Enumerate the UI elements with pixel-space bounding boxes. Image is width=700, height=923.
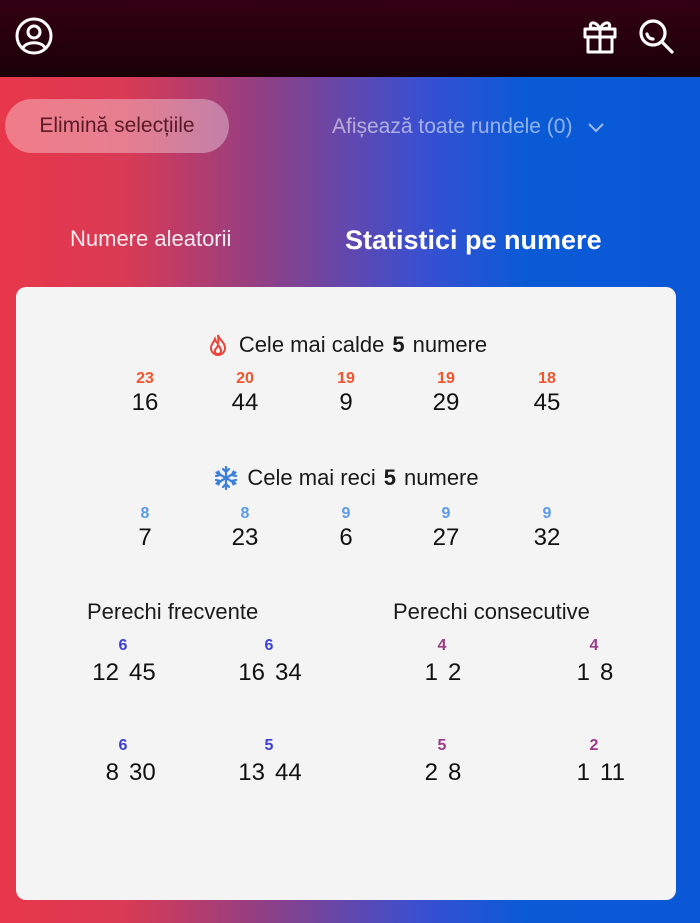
consecutive-pair[interactable]: 4 1 8 xyxy=(540,637,660,693)
statistics-card: Cele mai calde 5 numere 23 16 20 44 19 9… xyxy=(16,287,676,900)
cold-numbers-row: 8 7 8 23 9 6 9 27 9 32 xyxy=(16,504,676,554)
cold-number-item[interactable]: 8 7 xyxy=(115,504,175,552)
account-button[interactable] xyxy=(12,14,56,58)
hot-number-item[interactable]: 19 29 xyxy=(416,369,476,417)
consecutive-pair[interactable]: 5 2 8 xyxy=(388,737,508,793)
hot-title-count: 5 xyxy=(392,332,405,357)
cold-numbers-title: Cele mai reci 5 numere xyxy=(16,465,676,491)
pair-second-number: 30 xyxy=(129,759,156,786)
search-icon xyxy=(639,19,674,54)
cold-number-value: 6 xyxy=(339,524,353,551)
pair-count: 5 xyxy=(264,737,274,754)
hot-number-count: 19 xyxy=(337,370,355,387)
hot-number-count: 19 xyxy=(437,370,455,387)
frequent-pair[interactable]: 6 16 34 xyxy=(215,637,335,693)
pair-first-number: 1 xyxy=(576,659,590,686)
cold-title-prefix: Cele mai reci xyxy=(247,465,376,490)
clear-selections-label: Elimină selecțiile xyxy=(39,114,195,137)
cold-number-item[interactable]: 8 23 xyxy=(215,504,275,552)
hot-number-value: 44 xyxy=(231,389,259,416)
pair-count: 6 xyxy=(118,637,128,654)
hot-number-count: 20 xyxy=(236,370,254,387)
hot-number-item[interactable]: 23 16 xyxy=(115,369,175,417)
hot-number-item[interactable]: 20 44 xyxy=(215,369,275,417)
show-all-rounds-dropdown[interactable]: Afișează toate rundele (0) xyxy=(332,110,606,144)
pair-second-number: 44 xyxy=(275,759,302,786)
hot-title-prefix: Cele mai calde xyxy=(238,332,385,357)
hot-numbers-row: 23 16 20 44 19 9 19 29 18 45 xyxy=(16,369,676,419)
cold-number-count: 9 xyxy=(441,505,451,522)
hot-number-count: 18 xyxy=(538,370,556,387)
cold-number-item[interactable]: 9 32 xyxy=(517,504,577,552)
pair-first-number: 12 xyxy=(92,659,119,686)
pair-second-number: 8 xyxy=(448,759,462,786)
pair-count: 4 xyxy=(589,637,599,654)
pair-first-number: 13 xyxy=(238,759,265,786)
search-button[interactable] xyxy=(634,14,678,58)
frequent-pair[interactable]: 5 13 44 xyxy=(215,737,335,793)
show-all-rounds-label: Afișează toate rundele (0) xyxy=(332,115,573,138)
flame-icon xyxy=(209,334,226,356)
pair-second-number: 8 xyxy=(600,659,614,686)
consecutive-pair[interactable]: 2 1 11 xyxy=(540,737,660,793)
hot-number-count: 23 xyxy=(136,370,154,387)
hot-number-value: 9 xyxy=(339,389,353,416)
cold-number-count: 8 xyxy=(140,505,150,522)
clear-selections-button[interactable]: Elimină selecțiile xyxy=(5,99,229,153)
hot-number-value: 45 xyxy=(533,389,561,416)
cold-title-count: 5 xyxy=(383,465,397,490)
pair-second-number: 2 xyxy=(448,659,462,686)
pair-count: 5 xyxy=(437,737,447,754)
pair-second-number: 34 xyxy=(275,659,302,686)
hot-number-item[interactable]: 19 9 xyxy=(316,369,376,417)
hot-numbers-title: Cele mai calde 5 numere xyxy=(16,332,676,358)
frequent-pair[interactable]: 6 8 30 xyxy=(69,737,189,793)
cold-number-count: 8 xyxy=(240,505,250,522)
cold-number-value: 23 xyxy=(231,524,259,551)
pair-first-number: 16 xyxy=(238,659,265,686)
cold-number-value: 7 xyxy=(138,524,152,551)
pair-count: 6 xyxy=(118,737,128,754)
hot-title-suffix: numere xyxy=(412,332,488,357)
cold-number-item[interactable]: 9 6 xyxy=(316,504,376,552)
cold-number-value: 32 xyxy=(533,524,561,551)
cold-number-count: 9 xyxy=(341,505,351,522)
hot-number-value: 29 xyxy=(432,389,460,416)
tab-number-statistics[interactable]: Statistici pe numere xyxy=(345,225,602,256)
cold-title-suffix: numere xyxy=(404,465,479,490)
account-icon xyxy=(15,17,53,55)
consecutive-pairs-title: Perechi consecutive xyxy=(393,599,590,624)
pair-second-number: 45 xyxy=(129,659,156,686)
consecutive-pair[interactable]: 4 1 2 xyxy=(388,637,508,693)
chevron-down-icon xyxy=(588,123,605,133)
top-bar xyxy=(0,0,700,77)
frequent-pair[interactable]: 6 12 45 xyxy=(69,637,189,693)
hot-number-item[interactable]: 18 45 xyxy=(517,369,577,417)
cold-number-item[interactable]: 9 27 xyxy=(416,504,476,552)
pair-first-number: 2 xyxy=(424,759,438,786)
gift-icon xyxy=(583,21,617,54)
pair-first-number: 8 xyxy=(105,759,119,786)
tab-random-numbers[interactable]: Numere aleatorii xyxy=(70,226,231,252)
pair-first-number: 1 xyxy=(424,659,438,686)
frequent-pairs-title: Perechi frecvente xyxy=(87,599,259,624)
pair-first-number: 1 xyxy=(576,759,590,786)
hot-number-value: 16 xyxy=(131,389,159,416)
snowflake-icon xyxy=(215,465,238,491)
cold-number-value: 27 xyxy=(432,524,460,551)
gift-button[interactable] xyxy=(578,14,622,58)
cold-number-count: 9 xyxy=(542,505,552,522)
pair-count: 6 xyxy=(264,637,274,654)
pair-second-number: 11 xyxy=(600,759,625,786)
pair-count: 4 xyxy=(437,637,447,654)
pair-count: 2 xyxy=(589,737,599,754)
